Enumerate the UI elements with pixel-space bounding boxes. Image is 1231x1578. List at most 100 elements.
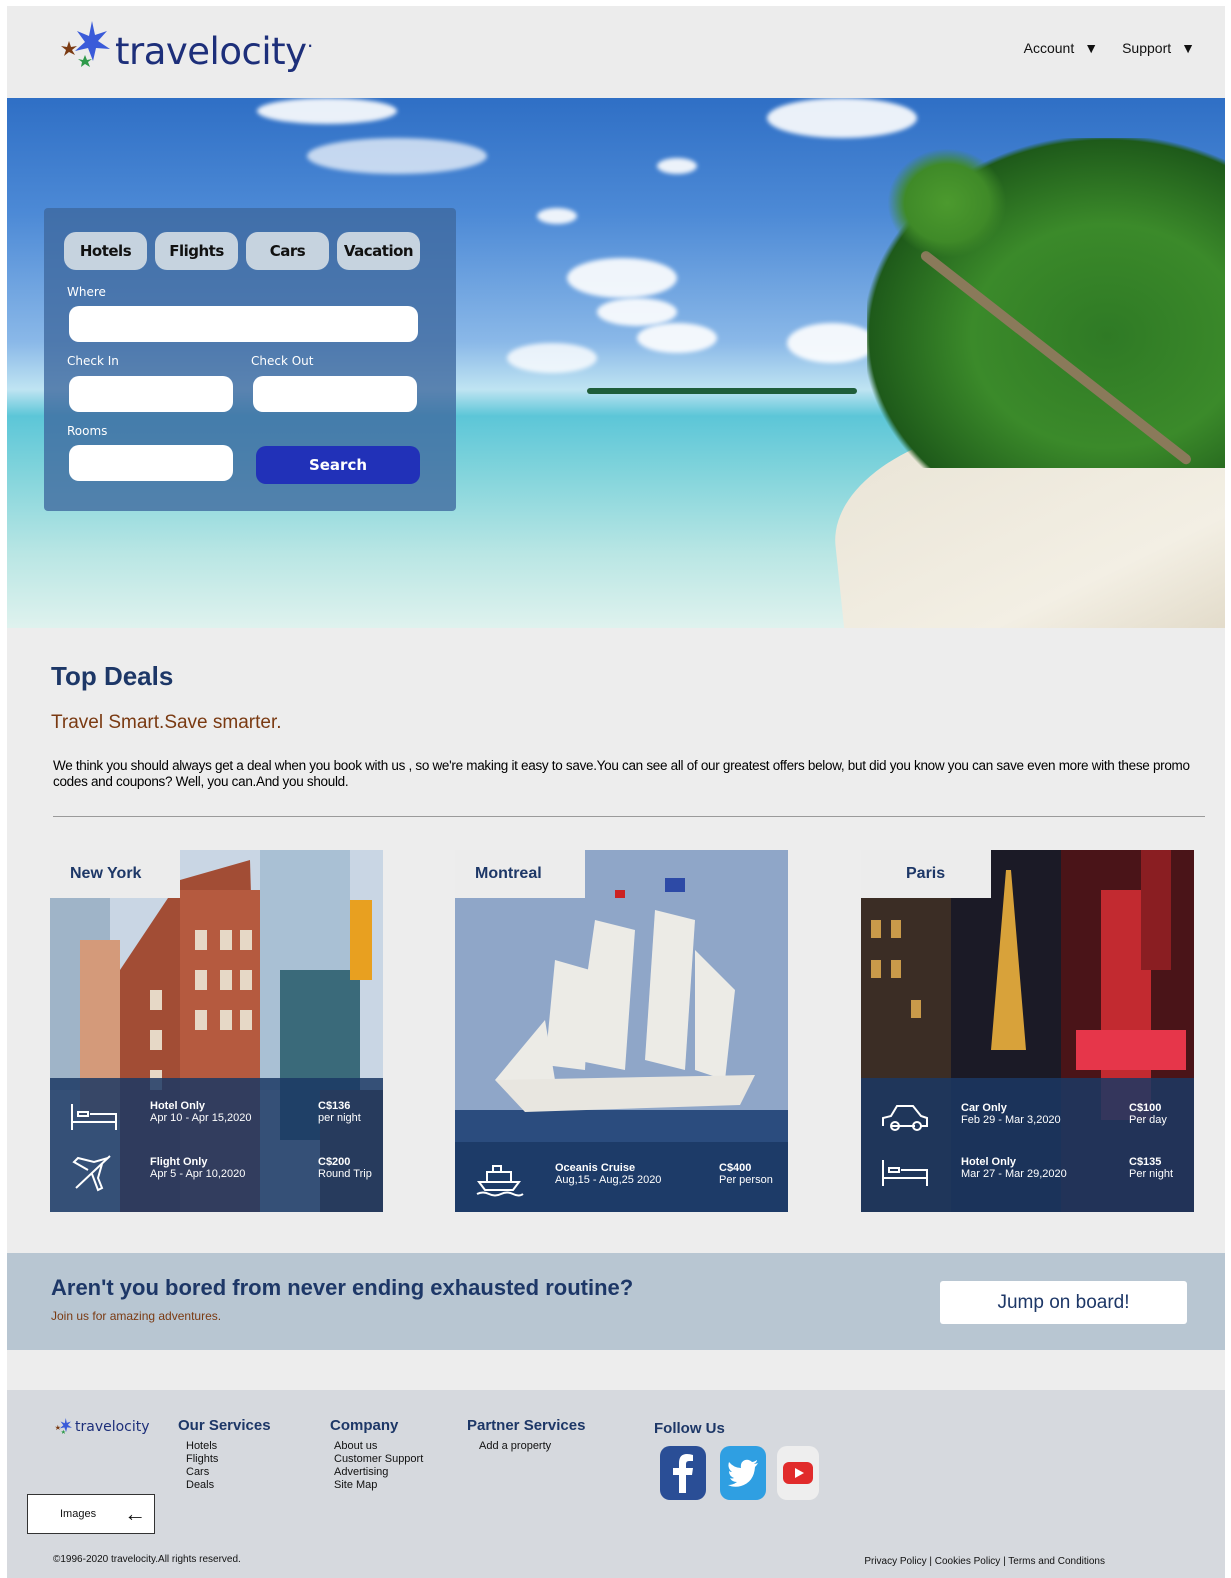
tab-vacation[interactable]: Vacation (337, 232, 420, 270)
arrow-left-icon: ← (124, 1501, 147, 1526)
deal-unit: Per night (1129, 1168, 1174, 1180)
deal-dates: Feb 29 - Mar 3,2020 (961, 1114, 1061, 1126)
deal-name: Oceanis Cruise (555, 1162, 636, 1174)
card-deals-overlay: Hotel Only Apr 10 - Apr 15,2020 C$136 pe… (50, 1078, 383, 1212)
deal-price: C$100 (1129, 1102, 1162, 1114)
card-deals-overlay: Oceanis Cruise Aug,15 - Aug,25 2020 C$40… (455, 1142, 788, 1212)
deal-dates: Apr 5 - Apr 10,2020 (150, 1168, 246, 1180)
search-button[interactable]: Search (256, 446, 420, 484)
deal-dates: Mar 27 - Mar 29,2020 (961, 1168, 1067, 1180)
footer-column-partner: Partner Services Add a property (467, 1417, 585, 1453)
deal-name: Hotel Only (961, 1156, 1017, 1168)
deal-name: Flight Only (150, 1156, 208, 1168)
card-deals-overlay: Car Only Feb 29 - Mar 3,2020 C$100 Per d… (861, 1078, 1194, 1212)
support-label: Support (1122, 40, 1172, 56)
cloud (567, 258, 677, 298)
cloud (307, 138, 487, 174)
deal-card-paris[interactable]: Paris Car Only Feb 29 - Mar 3,2020 C$100… (861, 850, 1194, 1212)
cloud (787, 323, 877, 363)
rooms-label: Rooms (67, 424, 108, 438)
tab-hotels[interactable]: Hotels (64, 232, 147, 270)
check-in-label: Check In (67, 354, 119, 368)
ship-icon (476, 1165, 524, 1197)
footer-logo[interactable]: travelocity (53, 1418, 150, 1436)
images-button-label: Images (60, 1508, 97, 1520)
top-deals-title: Top Deals (51, 661, 174, 691)
footer-link-hotels[interactable]: Hotels (178, 1440, 271, 1453)
banner-subtitle: Join us for amazing adventures. (51, 1309, 222, 1323)
logo-stars-icon (55, 1418, 72, 1434)
youtube-icon[interactable] (777, 1446, 819, 1500)
account-menu[interactable]: Account ▼ (1024, 40, 1098, 56)
deal-price: C$136 (318, 1100, 351, 1112)
footer-column-follow: Follow Us (654, 1420, 725, 1443)
facebook-icon[interactable] (660, 1446, 706, 1500)
car-icon (882, 1105, 928, 1131)
copyright-text: ©1996-2020 travelocity.All rights reserv… (53, 1554, 241, 1565)
images-button[interactable]: Images ← (27, 1494, 155, 1534)
support-menu[interactable]: Support ▼ (1122, 40, 1195, 56)
where-input[interactable] (69, 306, 418, 342)
cloud (657, 158, 697, 174)
deal-price: C$135 (1129, 1156, 1162, 1168)
cloud (257, 98, 397, 124)
cloud (637, 323, 717, 353)
deal-row[interactable]: Hotel Only Apr 10 - Apr 15,2020 C$136 pe… (50, 1090, 383, 1142)
footer-link-advertising[interactable]: Advertising (330, 1466, 423, 1479)
deal-dates: Apr 10 - Apr 15,2020 (150, 1112, 252, 1124)
card-city-label: Montreal (455, 850, 585, 898)
deal-row[interactable]: Hotel Only Mar 27 - Mar 29,2020 C$135 Pe… (861, 1146, 1194, 1198)
footer-link-about[interactable]: About us (330, 1440, 423, 1453)
footer-link-cars[interactable]: Cars (178, 1466, 271, 1479)
cta-banner: Aren't you bored from never ending exhau… (7, 1253, 1225, 1350)
check-out-input[interactable] (253, 376, 417, 412)
jump-on-board-button[interactable]: Jump on board! (940, 1281, 1187, 1324)
twitter-icon[interactable] (720, 1446, 766, 1500)
tab-cars[interactable]: Cars (246, 232, 329, 270)
travelocity-logo[interactable]: travelocity · (55, 20, 314, 73)
deal-row[interactable]: Oceanis Cruise Aug,15 - Aug,25 2020 C$40… (455, 1152, 788, 1204)
search-tabs: Hotels Flights Cars Vacation (64, 232, 420, 270)
footer-column-title: Follow Us (654, 1420, 725, 1437)
top-nav: Account ▼ Support ▼ (1024, 40, 1195, 56)
footer: travelocity Our Services Hotels Flights … (7, 1390, 1225, 1578)
deal-name: Car Only (961, 1102, 1007, 1114)
deal-price: C$200 (318, 1156, 351, 1168)
caret-down-icon: ▼ (1181, 40, 1195, 56)
footer-column-services: Our Services Hotels Flights Cars Deals (178, 1417, 271, 1492)
cloud (767, 98, 917, 138)
deal-card-new-york[interactable]: New York Hotel Only Apr 10 - Apr 15,2020… (50, 850, 383, 1212)
footer-link-sitemap[interactable]: Site Map (330, 1479, 423, 1492)
bed-icon (882, 1160, 928, 1186)
footer-column-company: Company About us Customer Support Advert… (330, 1417, 423, 1492)
cloud (537, 208, 577, 224)
deal-unit: per night (318, 1112, 361, 1124)
footer-link-add-property[interactable]: Add a property (467, 1440, 585, 1453)
caret-down-icon: ▼ (1084, 40, 1099, 56)
top-deals-description: We think you should always get a deal wh… (53, 758, 1190, 789)
bed-icon (71, 1104, 117, 1130)
footer-link-support[interactable]: Customer Support (330, 1453, 423, 1466)
footer-link-deals[interactable]: Deals (178, 1479, 271, 1492)
footer-link-flights[interactable]: Flights (178, 1453, 271, 1466)
logo-stars-icon (61, 20, 110, 67)
deal-unit: Per person (719, 1174, 773, 1186)
check-in-input[interactable] (69, 376, 233, 412)
deal-name: Hotel Only (150, 1100, 206, 1112)
deal-card-montreal[interactable]: Montreal Oceanis Cruise Aug,15 - Aug,25 … (455, 850, 788, 1212)
header: travelocity · Account ▼ Support ▼ (7, 6, 1225, 98)
rooms-input[interactable] (69, 445, 233, 481)
deal-row[interactable]: Flight Only Apr 5 - Apr 10,2020 C$200 Ro… (50, 1146, 383, 1198)
footer-column-title: Company (330, 1417, 399, 1434)
cloud (507, 343, 597, 373)
deal-row[interactable]: Car Only Feb 29 - Mar 3,2020 C$100 Per d… (861, 1092, 1194, 1144)
tab-flights[interactable]: Flights (155, 232, 238, 270)
deal-price: C$400 (719, 1162, 752, 1174)
footer-column-title: Our Services (178, 1417, 271, 1434)
legal-links[interactable]: Privacy Policy | Cookies Policy | Terms … (864, 1556, 1105, 1567)
palm-leaves (887, 148, 1007, 258)
deal-unit: Round Trip (318, 1168, 372, 1180)
search-panel: Hotels Flights Cars Vacation Where Check… (44, 208, 456, 511)
cloud (597, 298, 677, 326)
card-city-label: New York (50, 850, 180, 898)
